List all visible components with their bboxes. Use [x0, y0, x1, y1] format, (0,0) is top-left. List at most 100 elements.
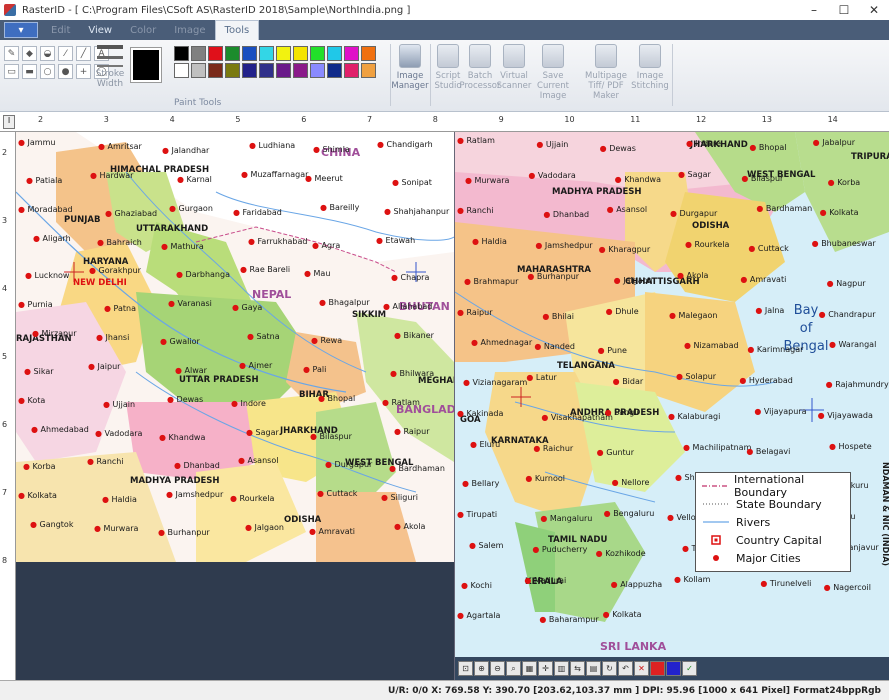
palette-swatch[interactable]: [310, 46, 325, 61]
palette-swatch[interactable]: [208, 46, 223, 61]
palette-swatch[interactable]: [276, 46, 291, 61]
line-icon[interactable]: ╱: [76, 46, 91, 61]
city-label: ● Ratlam: [382, 397, 420, 407]
city-label: ● Rae Bareli: [240, 265, 291, 275]
palette-swatch[interactable]: [293, 63, 308, 78]
city-name: Khandwa: [168, 432, 206, 442]
city-label: ● Jhansi: [96, 333, 130, 343]
left-map-view[interactable]: CHINA NEPAL BHUTAN BANGLADESH HIMACHAL P…: [16, 132, 454, 562]
city-name: Jaipur: [97, 361, 121, 371]
palette-swatch[interactable]: [242, 46, 257, 61]
city-label: ● Sikar: [24, 366, 54, 376]
rectangle-icon[interactable]: ▭: [4, 64, 19, 79]
ruler-corner[interactable]: I: [3, 115, 15, 129]
city-label: ● Bilaspur: [741, 173, 784, 183]
zoom-window-icon[interactable]: ⌕: [506, 661, 521, 676]
city-name: Madurai: [533, 575, 567, 585]
multipage-tiff-pdf-maker-button[interactable]: Multipage Tiff/ PDF Maker: [584, 44, 628, 101]
overlay-icon[interactable]: ▤: [586, 661, 601, 676]
delete-icon[interactable]: ✕: [634, 661, 649, 676]
city-label: ● Bikaner: [394, 331, 434, 341]
palette-swatch[interactable]: [225, 63, 240, 78]
city-name: Varanasi: [177, 299, 212, 309]
eraser-icon[interactable]: ◆: [22, 46, 37, 61]
legend-row: Country Capital: [702, 531, 844, 549]
picker-icon[interactable]: ⁄: [58, 46, 73, 61]
city-name: Cuttack: [326, 489, 358, 499]
palette-swatch[interactable]: [344, 46, 359, 61]
stroke-width-button[interactable]: Stroke Width: [94, 45, 126, 89]
city-label: ● Lucknow: [25, 271, 70, 281]
city-name: Visakhapatnam: [550, 412, 613, 422]
city-name: Amravati: [318, 527, 355, 537]
palette-swatch[interactable]: [191, 63, 206, 78]
virtual-scanner-button[interactable]: Virtual Scanner: [492, 44, 536, 91]
zoom-fit-icon[interactable]: ⊡: [458, 661, 473, 676]
filled-rectangle-icon[interactable]: ▬: [22, 64, 37, 79]
city-label: ● Bilaspur: [310, 431, 352, 441]
palette-swatch[interactable]: [276, 63, 291, 78]
zoom-in-icon[interactable]: ⊕: [474, 661, 489, 676]
color-blue-icon[interactable]: [666, 661, 681, 676]
tab-image[interactable]: Image: [165, 20, 214, 40]
maximize-button[interactable]: ☐: [829, 0, 859, 20]
checkmark-icon[interactable]: ✓: [682, 661, 697, 676]
right-map-view[interactable]: Bay of Bengal SRI LANKA JHARKHAND WEST B…: [455, 132, 889, 657]
ellipse-icon[interactable]: ○: [40, 64, 55, 79]
city-name: Ghaziabad: [114, 208, 158, 218]
palette-swatch[interactable]: [327, 63, 342, 78]
palette-swatch[interactable]: [174, 63, 189, 78]
city-label: ● Kolkata: [819, 208, 859, 218]
plus-icon[interactable]: +: [76, 64, 91, 79]
tab-tools[interactable]: Tools: [214, 20, 260, 40]
tab-color[interactable]: Color: [121, 20, 165, 40]
ruler-tick-label: 5: [235, 115, 241, 124]
minimize-button[interactable]: –: [799, 0, 829, 20]
undo-icon[interactable]: ↶: [618, 661, 633, 676]
crosshair-icon[interactable]: ✛: [538, 661, 553, 676]
palette-swatch[interactable]: [208, 63, 223, 78]
palette-swatch[interactable]: [225, 46, 240, 61]
city-label: ● Baharampur: [539, 615, 599, 625]
palette-swatch[interactable]: [259, 63, 274, 78]
close-button[interactable]: ✕: [859, 0, 889, 20]
city-label: ● Salem: [469, 540, 504, 550]
city-name: Jalgaon: [254, 523, 284, 533]
city-label: ● Mathura: [161, 241, 204, 251]
city-name: Warangal: [838, 340, 877, 350]
current-color-swatch[interactable]: [130, 47, 162, 83]
city-label: ● Rourkela: [685, 240, 730, 250]
grid-icon[interactable]: ▦: [522, 661, 537, 676]
image-stitching-button[interactable]: Image Stitching: [628, 44, 672, 91]
hatch-icon[interactable]: ▥: [554, 661, 569, 676]
legend-row: International Boundary: [702, 473, 844, 499]
tab-view[interactable]: View: [79, 20, 121, 40]
palette-swatch[interactable]: [242, 63, 257, 78]
sync-icon[interactable]: ⇆: [570, 661, 585, 676]
save-current-image-button[interactable]: Save Current Image: [531, 44, 575, 101]
pencil-icon[interactable]: ✎: [4, 46, 19, 61]
palette-swatch[interactable]: [327, 46, 342, 61]
city-label: ● Agartala: [457, 611, 501, 621]
palette-swatch[interactable]: [344, 63, 359, 78]
city-name: Chandrapur: [828, 309, 876, 319]
palette-swatch[interactable]: [191, 46, 206, 61]
fill-icon[interactable]: ◒: [40, 46, 55, 61]
filled-ellipse-icon[interactable]: ●: [58, 64, 73, 79]
city-name: Gwalior: [169, 337, 200, 347]
palette-swatch[interactable]: [293, 46, 308, 61]
city-name: Jamshedpur: [544, 241, 593, 251]
rotate-icon[interactable]: ↻: [602, 661, 617, 676]
palette-swatch[interactable]: [310, 63, 325, 78]
city-name: Siliguri: [390, 493, 418, 503]
zoom-out-icon[interactable]: ⊖: [490, 661, 505, 676]
palette-swatch[interactable]: [361, 46, 376, 61]
color-red-icon[interactable]: [650, 661, 665, 676]
palette-swatch[interactable]: [174, 46, 189, 61]
city-name: Bellary: [471, 479, 500, 489]
tab-edit[interactable]: Edit: [42, 20, 79, 40]
application-menu-button[interactable]: ▾: [4, 22, 38, 38]
city-label: ● Burhanpur: [527, 271, 580, 281]
palette-swatch[interactable]: [361, 63, 376, 78]
palette-swatch[interactable]: [259, 46, 274, 61]
